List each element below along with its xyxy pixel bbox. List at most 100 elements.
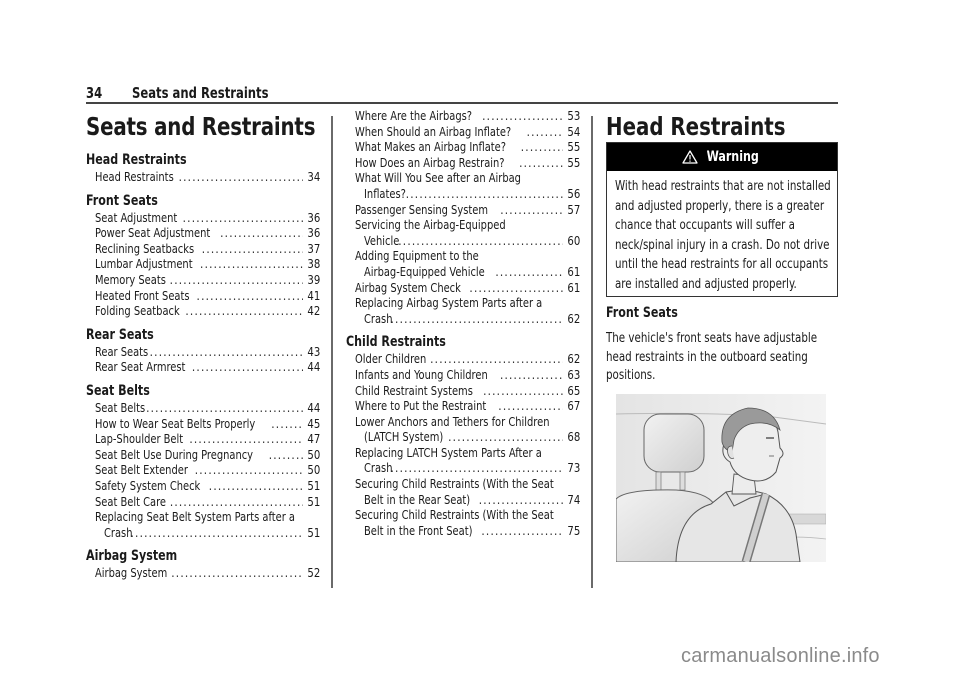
toc-page-number: 74 (567, 491, 580, 507)
toc-page-number: 36 (307, 209, 320, 225)
toc-entry[interactable]: Rear Seats 43 (86, 344, 320, 360)
warning-body: With head restraints that are not instal… (607, 171, 837, 295)
dot-leader (130, 525, 302, 541)
toc-page-number: 51 (307, 493, 320, 509)
toc-section-heading: Airbag System (86, 548, 178, 565)
dot-leader (398, 233, 563, 249)
toc-page-number: 61 (567, 279, 580, 295)
toc-page-number: 57 (567, 201, 580, 217)
toc-entry[interactable]: Safety System Check 51 (86, 478, 320, 494)
toc-entry-title: Airbag System Check (355, 279, 461, 295)
dot-leader (178, 169, 302, 185)
dot-leader (406, 186, 563, 202)
toc-entry[interactable]: Heated Front Seats 41 (86, 288, 320, 304)
dot-leader (269, 447, 303, 463)
toc-entry-title: Replacing Seat Belt System Parts after a (95, 509, 295, 525)
toc-entry[interactable]: Folding Seatback 42 (86, 303, 320, 319)
dot-leader (271, 416, 303, 432)
toc-entry[interactable]: Lower Anchors and Tethers for Children (L… (346, 414, 580, 445)
toc-entry-title: Securing Child Restraints (With the Seat (355, 476, 554, 492)
toc-entry[interactable]: Securing Child Restraints (With the Seat… (346, 507, 580, 538)
toc-entry-title: Infants and Young Children (355, 366, 488, 382)
running-title: Seats and Restraints (132, 84, 269, 102)
toc-entry[interactable]: Reclining Seatbacks 37 (86, 241, 320, 257)
toc-entry-title: Reclining Seatbacks (95, 240, 195, 256)
dot-leader (481, 523, 562, 539)
toc-entry[interactable]: What Will You See after an Airbag Inflate… (346, 170, 580, 201)
toc-entry[interactable]: Rear Seat Armrest 44 (86, 359, 320, 375)
dot-leader (185, 303, 302, 319)
toc-entry[interactable]: Seat Belt Extender 50 (86, 462, 320, 478)
toc-entry-title-continued: Airbag-Equipped Vehicle (364, 263, 485, 279)
toc-entry[interactable]: Seat Belts 44 (86, 400, 320, 416)
toc-page-number: 68 (567, 429, 580, 445)
toc-entry-title: Folding Seatback (95, 303, 180, 319)
toc-entry[interactable]: Seat Belt Use During Pregnancy 50 (86, 447, 320, 463)
toc-entry[interactable]: Passenger Sensing System 57 (346, 202, 580, 218)
toc-page-number: 42 (307, 303, 320, 319)
toc-entry-title: Lower Anchors and Tethers for Children (355, 413, 550, 429)
toc-entry[interactable]: Servicing the Airbag-EquippedVehicle 60 (346, 217, 580, 248)
dot-leader (202, 241, 303, 257)
toc-column-1: Head RestraintsHead Restraints 34 Front Se… (86, 152, 320, 581)
column-divider (331, 116, 333, 588)
toc-entry-title: Seat Belt Extender (95, 462, 188, 478)
toc-entry[interactable]: Where Are the Airbags? 53 (346, 108, 580, 124)
toc-entry[interactable]: Airbag System Check 61 (346, 280, 580, 296)
dot-leader (170, 494, 303, 510)
toc-page-number: 63 (567, 366, 580, 382)
toc-entry[interactable]: Replacing Seat Belt System Parts after a… (86, 509, 320, 540)
watermark: carmanualsonline.info (681, 645, 880, 667)
toc-entry-title: Rear Seat Armrest (95, 359, 186, 375)
toc-entry-title: What Makes an Airbag Inflate? (355, 139, 507, 155)
toc-entry[interactable]: What Makes an Airbag Inflate? 55 (346, 139, 580, 155)
dot-leader (430, 351, 563, 367)
toc-entry[interactable]: Seat Adjustment 36 (86, 210, 320, 226)
toc-entry[interactable]: Replacing Airbag System Parts after a Cra… (346, 295, 580, 326)
toc-entry[interactable]: Securing Child Restraints (With the Seat… (346, 476, 580, 507)
dot-leader (469, 280, 562, 296)
dot-leader (192, 359, 303, 375)
toc-page-number: 50 (307, 462, 320, 478)
toc-entry[interactable]: Infants and Young Children 63 (346, 367, 580, 383)
toc-entry-title: Passenger Sensing System (355, 201, 488, 217)
toc-entry[interactable]: Seat Belt Care 51 (86, 494, 320, 510)
toc-entry-title: Seat Belt Care (95, 493, 167, 509)
toc-page-number: 55 (567, 154, 580, 170)
toc-entry[interactable]: How Does an Airbag Restrain? 55 (346, 155, 580, 171)
toc-page-number: 53 (567, 108, 580, 123)
toc-entry[interactable]: Airbag System 52 (86, 565, 320, 581)
toc-entry[interactable]: Memory Seats 39 (86, 272, 320, 288)
section-title: Head Restraints (606, 112, 786, 141)
warning-box: Warning With head restraints that are no… (606, 142, 838, 297)
toc-entry[interactable]: When Should an Airbag Inflate? 54 (346, 124, 580, 140)
dot-leader (495, 264, 562, 280)
warning-header: Warning (607, 143, 837, 171)
toc-entry[interactable]: Adding Equipment to the Airbag-Equipped V… (346, 248, 580, 279)
toc-entry-title-continued: Crash (364, 310, 393, 326)
toc-entry-title: Rear Seats (95, 343, 149, 359)
toc-entry[interactable]: How to Wear Seat Belts Properly 45 (86, 416, 320, 432)
toc-entry-title: Servicing the Airbag-Equipped (355, 217, 506, 233)
toc-entry[interactable]: Child Restraint Systems 65 (346, 383, 580, 399)
toc-entry-title: Head Restraints (95, 169, 174, 184)
dot-leader (149, 344, 302, 360)
toc-entry[interactable]: Older Children 62 (346, 351, 580, 367)
toc-section-heading: Head Restraints (86, 152, 187, 168)
toc-entry-title: Replacing LATCH System Parts After a (355, 444, 542, 460)
toc-page-number: 67 (567, 398, 580, 414)
toc-entry[interactable]: Replacing LATCH System Parts After a Cras… (346, 445, 580, 476)
toc-entry[interactable]: Head Restraints 34 (86, 169, 320, 185)
toc-entry[interactable]: Power Seat Adjustment 36 (86, 225, 320, 241)
toc-page-number: 41 (307, 287, 320, 303)
toc-entry[interactable]: Lap-Shoulder Belt 47 (86, 431, 320, 447)
toc-page-number: 52 (307, 565, 320, 581)
page-number: 34 (86, 84, 103, 102)
toc-entry-title-continued: Inflates? (364, 185, 406, 201)
toc-page-number: 39 (307, 271, 320, 287)
toc-entry[interactable]: Where to Put the Restraint 67 (346, 398, 580, 414)
toc-page-number: 51 (307, 477, 320, 493)
toc-entry[interactable]: Lumbar Adjustment 38 (86, 256, 320, 272)
dot-leader (196, 288, 302, 304)
toc-page-number: 45 (307, 415, 320, 431)
